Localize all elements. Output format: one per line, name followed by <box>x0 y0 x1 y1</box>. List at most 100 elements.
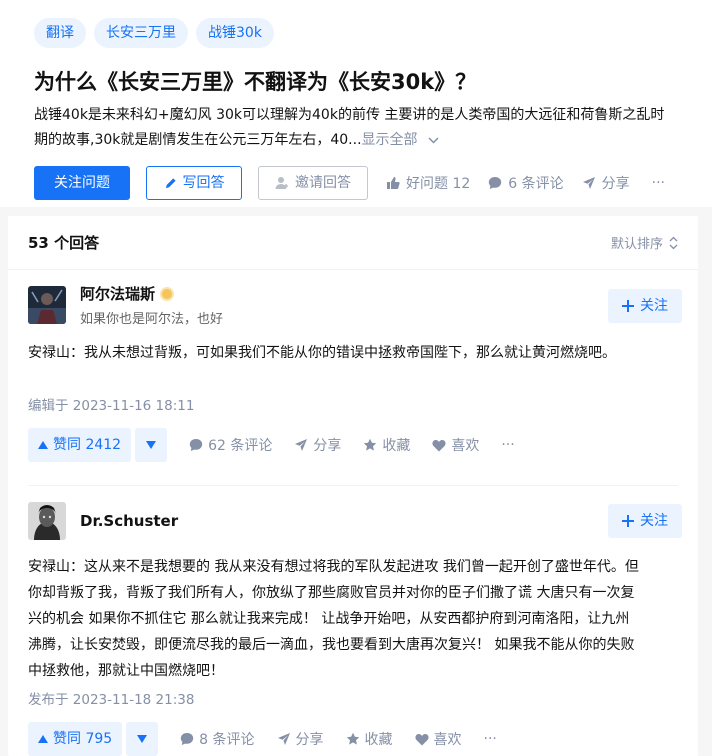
show-all-label: 显示全部 <box>361 132 418 148</box>
invite-answer-button[interactable]: 邀请回答 <box>258 166 368 200</box>
write-answer-button[interactable]: 写回答 <box>146 166 242 200</box>
question-header: 翻译 长安三万里 战锤30k 为什么《长安三万里》不翻译为《长安30k》？ 战锤… <box>0 0 712 207</box>
downvote-button[interactable] <box>135 428 168 462</box>
thumb-up-icon <box>386 176 400 190</box>
follow-author-button[interactable]: 关注 <box>608 504 682 538</box>
answer-actions: 赞同 2412 62 条评论 分享 收藏 喜欢 ··· <box>28 428 678 462</box>
like-button[interactable]: 喜欢 <box>415 729 462 749</box>
topic-tag[interactable]: 长安三万里 <box>94 18 188 48</box>
avatar[interactable] <box>28 502 66 540</box>
answer-date: 发布于 2023-11-18 21:38 <box>28 692 195 708</box>
share-label: 分享 <box>313 438 342 454</box>
answer-date: 编辑于 2023-11-16 18:11 <box>28 398 195 414</box>
content-line: 安禄山：这从来不是我想要的 我从来没有想过将我的军队发起进攻 我们曾一起开创了盛… <box>28 559 639 575</box>
show-all-link[interactable]: 显示全部 <box>362 132 439 148</box>
share-icon <box>294 438 308 452</box>
question-comments-label: 6 条评论 <box>508 176 564 192</box>
more-button[interactable]: ··· <box>484 731 497 747</box>
good-question-button[interactable]: 好问题 12 <box>386 173 470 193</box>
topic-tag[interactable]: 战锤30k <box>196 18 274 48</box>
upvote-button[interactable]: 赞同 795 <box>28 722 123 756</box>
more-button[interactable]: ··· <box>501 437 514 453</box>
collect-button[interactable]: 收藏 <box>346 729 393 749</box>
question-actions: 关注问题 写回答 邀请回答 好问题 12 6 条评论 分享 ··· <box>34 166 678 200</box>
upvote-label: 赞同 2412 <box>53 437 122 453</box>
answer-item: 阿尔法瑞斯 如果你也是阿尔法，也好 关注 安禄山：我从未想过背叛，可如果我们不能… <box>8 270 698 485</box>
avatar[interactable] <box>28 286 66 324</box>
follow-question-button[interactable]: 关注问题 <box>34 166 130 200</box>
plus-icon <box>622 515 634 527</box>
topic-tag[interactable]: 翻译 <box>34 18 86 48</box>
star-icon <box>363 438 377 452</box>
collect-label: 收藏 <box>382 438 411 454</box>
like-label: 喜欢 <box>451 438 480 454</box>
follow-label: 关注 <box>640 298 668 314</box>
description-line-2: 期的故事,30k就是剧情发生在公元三万年左右，40...显示全部 <box>34 128 678 153</box>
triangle-down-icon <box>137 735 148 743</box>
answer-content: 安禄山：我从未想过背叛，可如果我们不能从你的错误中拯救帝国陛下，那么就让黄河燃烧… <box>28 340 678 366</box>
share-icon <box>582 176 596 190</box>
comments-label: 62 条评论 <box>208 438 273 454</box>
question-description: 战锤40k是未来科幻+魔幻风 30k可以理解为40k的前传 主要讲的是人类帝国的… <box>34 103 678 153</box>
invite-answer-label: 邀请回答 <box>295 175 351 191</box>
author-info: Dr.Schuster <box>80 512 178 530</box>
question-share-button[interactable]: 分享 <box>582 173 630 193</box>
follow-author-button[interactable]: 关注 <box>608 289 682 323</box>
sort-selector[interactable]: 默认排序 <box>611 233 678 252</box>
answer-content: 安禄山：这从来不是我想要的 我从来没有想过将我的军队发起进攻 我们曾一起开创了盛… <box>28 554 678 684</box>
content-line: 安禄山：我从未想过背叛，可如果我们不能从你的错误中拯救帝国陛下，那么就让黄河燃烧… <box>28 345 616 361</box>
comment-icon <box>189 438 203 452</box>
comment-icon <box>180 732 194 746</box>
answer-author: Dr.Schuster 关注 <box>28 486 682 556</box>
comments-button[interactable]: 8 条评论 <box>180 729 255 749</box>
question-share-label: 分享 <box>601 176 630 192</box>
triangle-up-icon <box>38 441 48 449</box>
upvote-button[interactable]: 赞同 2412 <box>28 428 132 462</box>
chevron-down-icon <box>428 136 439 144</box>
heart-icon <box>432 439 446 452</box>
answers-header: 53 个回答 默认排序 <box>8 216 698 270</box>
description-text: 期的故事,30k就是剧情发生在公元三万年左右，40... <box>34 132 362 148</box>
answer-actions: 赞同 795 8 条评论 分享 收藏 喜欢 ··· <box>28 722 678 756</box>
triangle-up-icon <box>38 735 48 743</box>
author-name-row: 阿尔法瑞斯 <box>80 283 223 304</box>
good-question-label: 好问题 12 <box>406 176 471 192</box>
invite-user-icon <box>275 176 289 190</box>
answers-panel: 53 个回答 默认排序 阿尔法瑞斯 如果你也是阿尔法，也好 关注 安禄山：我从未… <box>8 216 698 756</box>
comment-icon <box>488 176 502 190</box>
question-comments-button[interactable]: 6 条评论 <box>488 173 564 193</box>
question-title: 为什么《长安三万里》不翻译为《长安30k》？ <box>34 70 477 94</box>
content-line: 兴的机会 如果你不抓住它 那么就让我来完成！ 让战争开始吧，从安西都护府到河南洛… <box>28 611 630 627</box>
answer-item: Dr.Schuster 关注 安禄山：这从来不是我想要的 我从来没有想过将我的军… <box>8 486 698 756</box>
sort-toggle-icon <box>669 236 678 250</box>
collect-button[interactable]: 收藏 <box>363 435 410 455</box>
share-label: 分享 <box>295 732 324 748</box>
pencil-icon <box>164 177 177 190</box>
follow-label: 关注 <box>640 513 668 529</box>
triangle-down-icon <box>146 441 157 449</box>
share-button[interactable]: 分享 <box>294 435 341 455</box>
comments-button[interactable]: 62 条评论 <box>189 435 272 455</box>
upvote-label: 赞同 795 <box>53 731 113 747</box>
author-info: 阿尔法瑞斯 如果你也是阿尔法，也好 <box>80 283 223 327</box>
question-more-button[interactable]: ··· <box>652 175 665 191</box>
description-line: 战锤40k是未来科幻+魔幻风 30k可以理解为40k的前传 主要讲的是人类帝国的… <box>34 107 665 123</box>
share-button[interactable]: 分享 <box>277 729 324 749</box>
answers-count: 53 个回答 <box>28 234 100 252</box>
downvote-button[interactable] <box>126 722 159 756</box>
like-button[interactable]: 喜欢 <box>432 435 479 455</box>
sort-label: 默认排序 <box>610 237 663 252</box>
comments-label: 8 条评论 <box>199 732 255 748</box>
badge-icon <box>160 286 175 301</box>
heart-icon <box>415 733 429 746</box>
collect-label: 收藏 <box>364 732 393 748</box>
answer-author: 阿尔法瑞斯 如果你也是阿尔法，也好 关注 <box>28 270 682 340</box>
content-line: 中拯救他，那就让中国燃烧吧！ <box>28 663 224 679</box>
star-icon <box>346 732 360 746</box>
topic-list: 翻译 长安三万里 战锤30k <box>34 18 678 48</box>
author-bio: 如果你也是阿尔法，也好 <box>80 312 224 327</box>
author-name[interactable]: 阿尔法瑞斯 <box>80 283 155 304</box>
content-line: 你却背叛了我，背叛了我们所有人，你放纵了那些腐败官员并对你的臣子们撒了谎 大唐只… <box>28 585 635 601</box>
write-answer-label: 写回答 <box>182 175 225 191</box>
author-name[interactable]: Dr.Schuster <box>80 512 178 530</box>
